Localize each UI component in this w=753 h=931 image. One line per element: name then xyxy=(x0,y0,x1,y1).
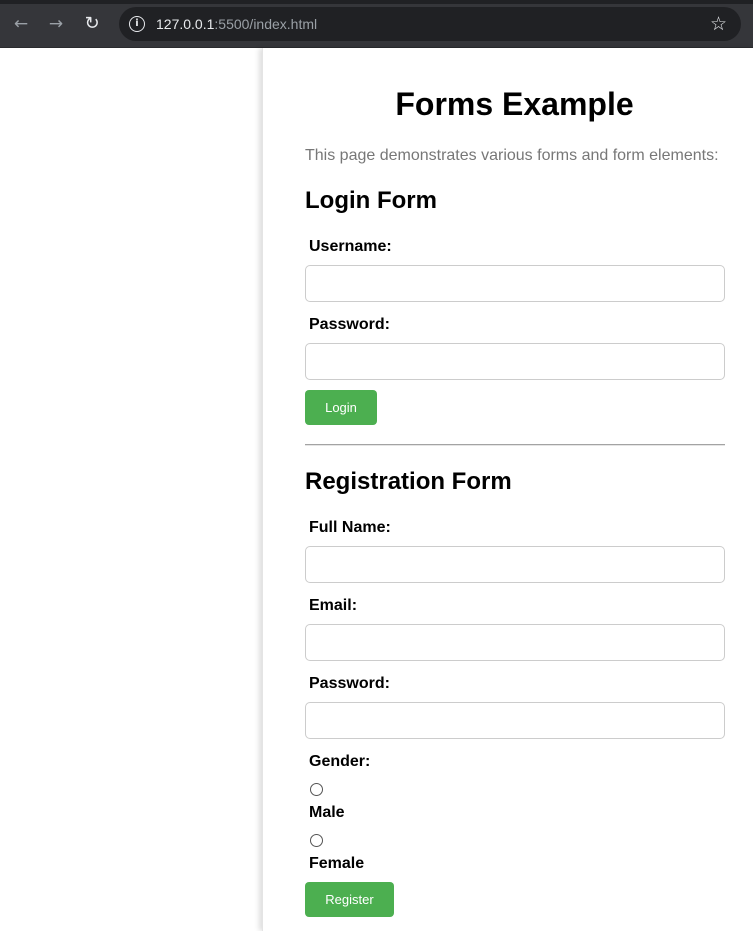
login-form-heading: Login Form xyxy=(305,187,437,214)
address-bar[interactable]: i 127.0.0.1:5500/index.html ☆ xyxy=(119,7,741,41)
bookmark-star-icon[interactable]: ☆ xyxy=(710,13,727,35)
back-arrow-icon[interactable]: ← xyxy=(9,12,33,36)
gender-female-radio[interactable] xyxy=(310,834,323,847)
registration-form-heading: Registration Form xyxy=(305,468,512,495)
register-button[interactable]: Register xyxy=(305,882,394,917)
forward-arrow-icon[interactable]: → xyxy=(44,12,68,36)
url-host: 127.0.0.1 xyxy=(156,16,215,32)
login-password-label: Password: xyxy=(309,316,390,333)
register-password-input[interactable] xyxy=(305,702,725,739)
email-label: Email: xyxy=(309,597,358,614)
fullname-label: Full Name: xyxy=(309,519,391,536)
login-button[interactable]: Login xyxy=(305,390,377,425)
address-url[interactable]: 127.0.0.1:5500/index.html xyxy=(156,16,317,32)
info-icon[interactable]: i xyxy=(129,16,145,32)
username-label: Username: xyxy=(309,238,392,255)
form-divider xyxy=(305,444,725,446)
email-input[interactable] xyxy=(305,624,725,661)
username-input[interactable] xyxy=(305,265,725,302)
page-container: Forms Example This page demonstrates var… xyxy=(262,48,753,931)
reload-icon[interactable]: ↻ xyxy=(80,12,104,36)
tab-strip-edge xyxy=(0,0,753,4)
gender-label: Gender: xyxy=(309,753,371,770)
fullname-input[interactable] xyxy=(305,546,725,583)
browser-toolbar: ← → ↻ i 127.0.0.1:5500/index.html ☆ xyxy=(0,0,753,48)
gender-female-label[interactable]: Female xyxy=(309,855,364,873)
gender-male-radio[interactable] xyxy=(310,783,323,796)
login-password-input[interactable] xyxy=(305,343,725,380)
register-password-label: Password: xyxy=(309,675,390,692)
gender-male-label[interactable]: Male xyxy=(309,804,345,822)
url-path: :5500/index.html xyxy=(214,16,318,32)
left-blank-pane xyxy=(0,48,262,931)
page-intro: This page demonstrates various forms and… xyxy=(305,147,719,164)
page-title: Forms Example xyxy=(395,86,634,122)
